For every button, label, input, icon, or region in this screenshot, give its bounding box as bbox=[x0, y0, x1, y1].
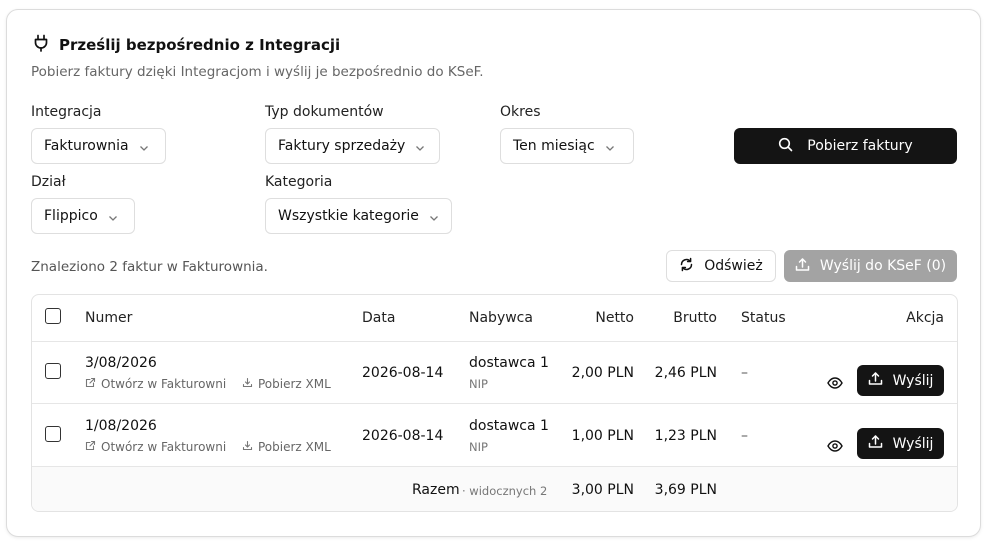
row-checkbox[interactable] bbox=[45, 426, 61, 442]
refresh-label: Odśwież bbox=[704, 258, 763, 274]
integration-card: Prześlij bezpośrednio z Integracji Pobie… bbox=[6, 9, 981, 537]
row-checkbox[interactable] bbox=[45, 363, 61, 379]
category-label: Kategoria bbox=[265, 174, 333, 190]
page-title: Prześlij bezpośrednio z Integracji bbox=[59, 36, 341, 54]
upload-icon bbox=[795, 257, 810, 276]
integration-value: Fakturownia bbox=[44, 138, 129, 154]
category-select[interactable]: Wszystkie kategorie bbox=[265, 198, 452, 234]
total-net: 3,00 PLN bbox=[571, 482, 634, 498]
column-header-gross: Brutto bbox=[673, 310, 717, 326]
total-gross: 3,69 PLN bbox=[654, 482, 717, 498]
invoice-number: 3/08/2026 bbox=[85, 355, 157, 371]
download-xml-link[interactable]: Pobierz XML bbox=[242, 377, 331, 391]
send-invoice-button[interactable]: Wyślij bbox=[857, 428, 944, 459]
buyer-name: dostawca 1 bbox=[469, 418, 549, 434]
open-link-label: Otwórz w Fakturowni bbox=[101, 377, 227, 391]
invoice-number: 1/08/2026 bbox=[85, 418, 157, 434]
fetch-invoices-label: Pobierz faktury bbox=[807, 138, 913, 154]
column-header-number: Numer bbox=[85, 310, 133, 326]
page-subtitle: Pobierz faktury dzięki Integracjom i wyś… bbox=[31, 64, 484, 80]
download-icon bbox=[242, 440, 253, 454]
gross-amount: 2,46 PLN bbox=[654, 365, 717, 381]
open-in-fakturownia-link[interactable]: Otwórz w Fakturowni bbox=[85, 440, 226, 454]
visible-count: · widocznych 2 bbox=[462, 484, 548, 498]
divider bbox=[32, 341, 957, 342]
results-count-text: Znaleziono 2 faktur w Fakturownia. bbox=[31, 259, 268, 275]
buyer-name: dostawca 1 bbox=[469, 355, 549, 371]
eye-icon[interactable] bbox=[827, 374, 843, 393]
category-value: Wszystkie kategorie bbox=[278, 208, 419, 224]
chevron-down-icon bbox=[108, 211, 118, 221]
send-invoice-label: Wyślij bbox=[892, 372, 934, 389]
divider bbox=[32, 403, 957, 404]
upload-icon bbox=[868, 371, 883, 390]
chevron-down-icon bbox=[139, 141, 149, 151]
integration-label: Integracja bbox=[31, 104, 102, 120]
column-header-action: Akcja bbox=[906, 310, 944, 326]
chevron-down-icon bbox=[605, 141, 615, 151]
column-header-status: Status bbox=[741, 310, 786, 326]
fetch-invoices-button[interactable]: Pobierz faktury bbox=[734, 128, 957, 164]
eye-icon[interactable] bbox=[827, 437, 843, 456]
period-label: Okres bbox=[500, 104, 541, 120]
doc-type-label: Typ dokumentów bbox=[265, 104, 384, 120]
divider bbox=[32, 466, 957, 467]
invoices-table: Numer Data Nabywca Netto Brutto Status A… bbox=[31, 294, 958, 512]
column-header-date: Data bbox=[362, 310, 396, 326]
integration-select[interactable]: Fakturownia bbox=[31, 128, 166, 164]
column-header-buyer: Nabywca bbox=[469, 310, 533, 326]
chevron-down-icon bbox=[429, 211, 439, 221]
invoice-date: 2026-08-14 bbox=[362, 428, 444, 444]
plug-icon bbox=[33, 34, 49, 56]
net-amount: 2,00 PLN bbox=[571, 365, 634, 381]
open-link-label: Otwórz w Fakturowni bbox=[101, 440, 227, 454]
gross-amount: 1,23 PLN bbox=[654, 428, 717, 444]
send-to-ksef-button[interactable]: Wyślij do KSeF (0) bbox=[784, 250, 957, 282]
chevron-down-icon bbox=[415, 141, 425, 151]
download-icon bbox=[242, 377, 253, 391]
refresh-icon bbox=[679, 257, 694, 276]
send-invoice-label: Wyślij bbox=[892, 435, 934, 452]
doc-type-value: Faktury sprzedaży bbox=[278, 138, 406, 154]
buyer-nip: NIP bbox=[469, 377, 488, 391]
search-icon bbox=[778, 137, 793, 156]
download-xml-label: Pobierz XML bbox=[258, 377, 331, 391]
status-value: – bbox=[741, 365, 748, 381]
download-xml-label: Pobierz XML bbox=[258, 440, 331, 454]
external-link-icon bbox=[85, 377, 96, 391]
net-amount: 1,00 PLN bbox=[571, 428, 634, 444]
external-link-icon bbox=[85, 440, 96, 454]
column-header-net: Netto bbox=[595, 310, 634, 326]
period-value: Ten miesiąc bbox=[513, 138, 595, 154]
department-select[interactable]: Flippico bbox=[31, 198, 135, 234]
period-select[interactable]: Ten miesiąc bbox=[500, 128, 634, 164]
doc-type-select[interactable]: Faktury sprzedaży bbox=[265, 128, 440, 164]
refresh-button[interactable]: Odśwież bbox=[666, 250, 776, 282]
open-in-fakturownia-link[interactable]: Otwórz w Fakturowni bbox=[85, 377, 226, 391]
upload-icon bbox=[868, 434, 883, 453]
download-xml-link[interactable]: Pobierz XML bbox=[242, 440, 331, 454]
buyer-nip: NIP bbox=[469, 440, 488, 454]
total-label: Razem bbox=[412, 482, 460, 498]
select-all-checkbox[interactable] bbox=[45, 308, 61, 324]
status-value: – bbox=[741, 428, 748, 444]
invoice-date: 2026-08-14 bbox=[362, 365, 444, 381]
department-label: Dział bbox=[31, 174, 66, 190]
department-value: Flippico bbox=[44, 208, 98, 224]
send-invoice-button[interactable]: Wyślij bbox=[857, 365, 944, 396]
send-to-ksef-label: Wyślij do KSeF (0) bbox=[819, 258, 947, 274]
card-header: Prześlij bezpośrednio z Integracji bbox=[33, 34, 340, 56]
